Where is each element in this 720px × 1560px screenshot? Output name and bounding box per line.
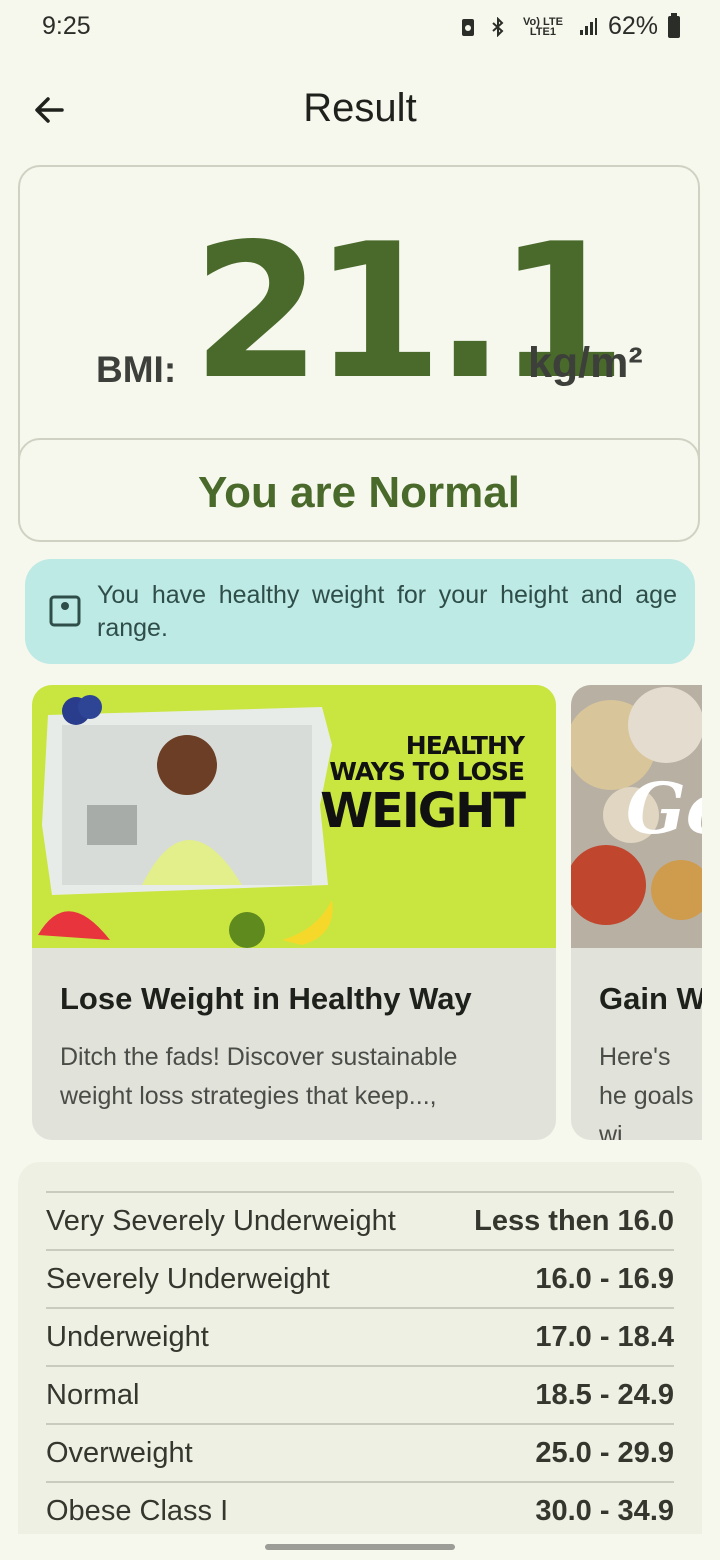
range-label: Overweight: [46, 1437, 193, 1469]
status-time: 9:25: [42, 12, 91, 40]
range-label: Underweight: [46, 1321, 209, 1353]
bluetooth-icon: [492, 16, 504, 37]
article-image-text-line2: WAYS TO LOSE: [329, 757, 525, 787]
range-value: Less then 16.0: [474, 1205, 674, 1237]
range-value: 18.5 - 24.9: [535, 1379, 674, 1411]
battery-icon: [668, 12, 680, 38]
status-icons: Vo) LTE LTE1 62%: [458, 12, 680, 41]
network-indicator: Vo) LTE LTE1: [522, 15, 563, 38]
info-banner: You have healthy weight for your height …: [25, 559, 695, 664]
range-value: 16.0 - 16.9: [535, 1263, 674, 1295]
status-bar: 9:25 Vo) LTE LTE1 62%: [0, 0, 720, 56]
article-carousel[interactable]: HEALTHY WAYS TO LOSE WEIGHT Lose Weight …: [0, 685, 702, 1141]
page-title: Result: [303, 86, 417, 130]
article-image-text-line1: HEALTHY: [405, 731, 525, 760]
bmi-label: BMI:: [96, 349, 177, 390]
range-label: Normal: [46, 1379, 140, 1411]
bmi-status-box: You are Normal: [18, 438, 700, 542]
range-label: Very Severely Underweight: [46, 1205, 396, 1237]
range-value: 30.0 - 34.9: [535, 1495, 674, 1527]
table-row: Underweight 17.0 - 18.4: [46, 1307, 674, 1364]
signal-icon: [579, 17, 597, 35]
article-title: Gain W: [599, 981, 702, 1016]
battery-saver-icon: [461, 18, 474, 36]
table-row: Overweight 25.0 - 29.9: [46, 1423, 674, 1480]
app-bar: Result: [0, 70, 720, 150]
info-text: You have healthy weight for your height …: [97, 581, 677, 642]
bmi-result-card: BMI: 21.1 kg/m² You are Normal: [18, 165, 702, 542]
article-title: Lose Weight in Healthy Way: [60, 981, 472, 1016]
battery-percent: 62%: [607, 12, 658, 40]
article-card[interactable]: HEALTHY WAYS TO LOSE WEIGHT Lose Weight …: [32, 685, 556, 1140]
table-row: Severely Underweight 16.0 - 16.9: [46, 1249, 674, 1306]
article-image-text-line3: WEIGHT: [320, 782, 526, 839]
scale-icon: [49, 595, 81, 627]
article-card[interactable]: Go Gain W Here's he goals wi: [571, 685, 702, 1140]
table-row: Obese Class I 30.0 - 34.9: [46, 1481, 674, 1534]
table-row: Very Severely Underweight Less then 16.0: [46, 1191, 674, 1248]
bmi-range-table: Very Severely Underweight Less then 16.0…: [18, 1162, 702, 1534]
table-row: Normal 18.5 - 24.9: [46, 1365, 674, 1422]
gesture-home-bar[interactable]: [265, 1544, 455, 1550]
article-description: Here's he goals wi: [599, 1043, 694, 1140]
bmi-status-text: You are Normal: [198, 468, 520, 517]
article-image-text: Go: [626, 767, 702, 850]
bmi-readout: BMI: 21.1 kg/m²: [20, 219, 702, 405]
range-label: Severely Underweight: [46, 1263, 330, 1295]
article-description: Ditch the fads! Discover sustainable wei…: [60, 1043, 458, 1110]
range-value: 25.0 - 29.9: [535, 1437, 674, 1469]
range-label: Obese Class I: [46, 1495, 229, 1527]
bmi-unit: kg/m²: [528, 339, 643, 387]
range-value: 17.0 - 18.4: [535, 1321, 674, 1353]
